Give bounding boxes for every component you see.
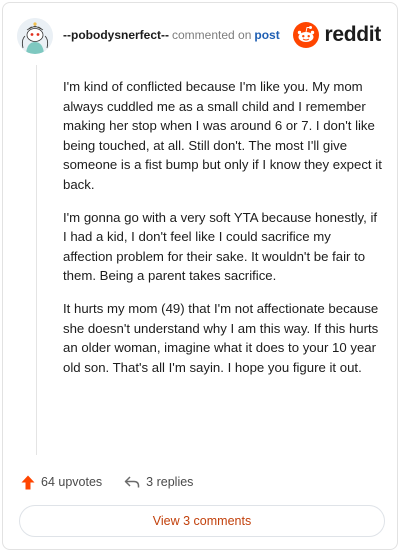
snoo-avatar-icon	[17, 18, 53, 54]
reddit-brand[interactable]: reddit	[293, 21, 381, 49]
comment-header: --pobodysnerfect-- commented on post reddi…	[17, 15, 383, 55]
comment-body: I'm kind of conflicted because I'm like …	[63, 77, 383, 390]
upvote-arrow-icon	[21, 475, 35, 489]
post-link[interactable]: post	[254, 28, 279, 42]
replies-button[interactable]: 3 replies	[124, 475, 193, 489]
replies-count: 3 replies	[146, 475, 194, 489]
comment-paragraph: It hurts my mom (49) that I'm not affect…	[63, 300, 379, 375]
comment-paragraph: I'm gonna go with a very soft YTA becaus…	[63, 209, 378, 284]
upvote-button[interactable]: 64 upvotes	[21, 475, 102, 490]
reddit-wordmark: reddit	[324, 23, 381, 46]
user-avatar[interactable]	[17, 18, 53, 54]
commented-on-label: commented on	[172, 28, 252, 42]
view-comments-button[interactable]: View 3 comments	[19, 505, 385, 537]
thread-line	[36, 65, 37, 455]
author-username[interactable]: --pobodysnerfect--	[63, 28, 169, 42]
comment-meta: --pobodysnerfect-- commented on post	[63, 28, 280, 42]
upvotes-count: 64 upvotes	[41, 475, 103, 489]
reddit-logo-icon	[293, 22, 320, 48]
comment-actions: 64 upvotes 3 replies	[21, 471, 193, 493]
reply-arrow-icon	[124, 476, 140, 488]
comment-card: --pobodysnerfect-- commented on post reddi…	[2, 2, 398, 550]
comment-paragraph: I'm kind of conflicted because I'm like …	[63, 79, 382, 192]
